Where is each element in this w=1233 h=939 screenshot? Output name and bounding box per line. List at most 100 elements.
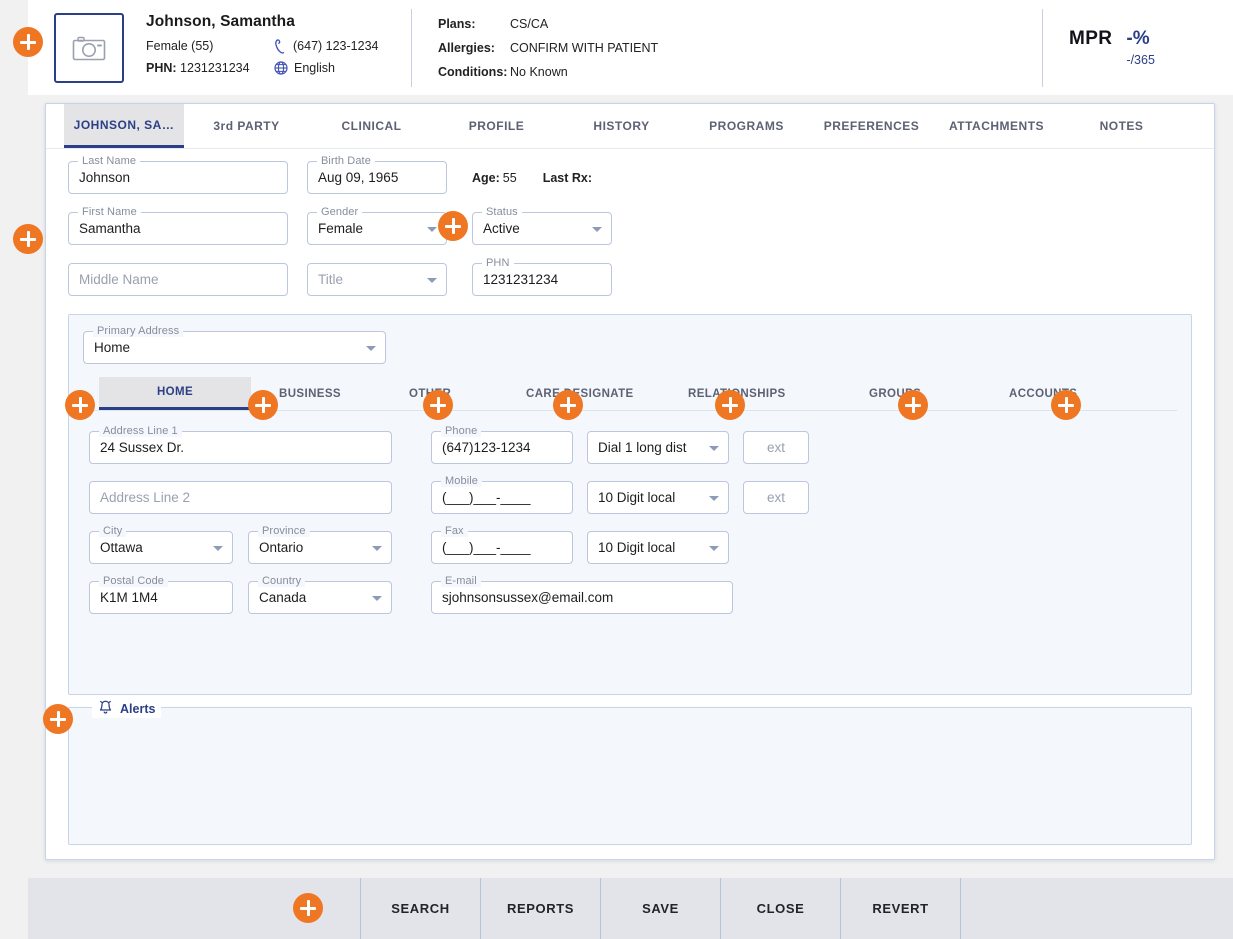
tab-clinical[interactable]: CLINICAL (309, 104, 434, 148)
tab-history[interactable]: HISTORY (559, 104, 684, 148)
phone-value: (647)123-1234 (442, 439, 531, 455)
patient-photo-placeholder[interactable] (54, 12, 124, 83)
add-marker-address-tab-accounts[interactable] (1051, 390, 1081, 420)
fax-field[interactable]: Fax (___)___-____ (431, 525, 573, 564)
clinical-row-allergies: Allergies: CONFIRM WITH PATIENT (438, 40, 658, 55)
chevron-down-icon[interactable] (427, 277, 437, 283)
mobile-dial-type-value: 10 Digit local (598, 489, 676, 505)
mobile-value: (___)___-____ (442, 489, 531, 505)
fax-dial-type-value: 10 Digit local (598, 539, 676, 555)
add-marker-alerts[interactable] (43, 704, 73, 734)
chevron-down-icon[interactable] (372, 595, 382, 601)
chevron-down-icon[interactable] (709, 495, 719, 501)
address-line-2-field[interactable]: Address Line 2 (89, 481, 392, 514)
mobile-ext-placeholder: ext (766, 489, 785, 505)
chevron-down-icon[interactable] (709, 445, 719, 451)
gender-value: Female (318, 220, 364, 236)
age-display: Age: 55 (472, 170, 517, 185)
identity-row-phn-language: PHN: 1231231234 English (146, 61, 411, 76)
fax-dial-type-select[interactable]: 10 Digit local (587, 531, 729, 564)
tab-profile[interactable]: PROFILE (434, 104, 559, 148)
add-marker-address-tab-business[interactable] (248, 390, 278, 420)
mpr-fraction: -/365 (1126, 52, 1155, 67)
status-label: Status (482, 206, 522, 218)
primary-address-select[interactable]: Primary Address Home (83, 325, 386, 364)
phn-value: 1231231234 (483, 271, 559, 287)
header-divider-1 (411, 8, 412, 87)
address-tab-relationships[interactable]: RELATIONSHIPS (659, 377, 841, 410)
conditions-label: Conditions: (438, 64, 508, 79)
mobile-dial-type-select[interactable]: 10 Digit local (587, 481, 729, 514)
country-select[interactable]: Country Canada (248, 575, 392, 614)
email-value: sjohnsonsussex@email.com (442, 589, 614, 605)
add-marker-photo[interactable] (13, 27, 43, 57)
city-label: City (99, 525, 127, 537)
status-value: Active (483, 220, 520, 236)
primary-address-label: Primary Address (93, 325, 184, 337)
add-marker-address-tab-care-designate[interactable] (553, 390, 583, 420)
middle-name-field[interactable]: Middle Name (68, 263, 288, 296)
allergies-label: Allergies: (438, 40, 495, 55)
address-tab-home[interactable]: HOME (99, 377, 251, 410)
last-rx-display: Last Rx: (542, 170, 593, 185)
add-marker-address-tab-home[interactable] (65, 390, 95, 420)
phone-ext-field[interactable]: ext (743, 431, 809, 464)
revert-button[interactable]: REVERT (840, 878, 960, 939)
province-select[interactable]: Province Ontario (248, 525, 392, 564)
identity-row-gender-phone: Female (55) (647) 123-1234 (146, 38, 411, 54)
tab-notes[interactable]: NOTES (1059, 104, 1184, 148)
province-value: Ontario (259, 539, 304, 555)
mobile-label: Mobile (441, 475, 483, 487)
plans-label: Plans: (438, 16, 476, 31)
title-select[interactable]: Title (307, 263, 447, 296)
first-name-field[interactable]: First Name Samantha (68, 206, 288, 245)
tab-attachments[interactable]: ATTACHMENTS (934, 104, 1059, 148)
phn-field[interactable]: PHN 1231231234 (472, 257, 612, 296)
save-button[interactable]: SAVE (600, 878, 720, 939)
add-marker-toolbar[interactable] (293, 893, 323, 923)
tab-patient[interactable]: JOHNSON, SA… (64, 104, 184, 148)
tab-programs[interactable]: PROGRAMS (684, 104, 809, 148)
last-name-value: Johnson (79, 169, 131, 185)
first-name-label: First Name (78, 206, 141, 218)
add-marker-address-tab-groups[interactable] (898, 390, 928, 420)
alerts-content-box[interactable] (68, 707, 1192, 845)
chevron-down-icon[interactable] (213, 545, 223, 551)
clinical-row-conditions: Conditions: No Known (438, 64, 658, 79)
close-button[interactable]: CLOSE (720, 878, 840, 939)
search-button[interactable]: SEARCH (360, 878, 480, 939)
status-select[interactable]: Status Active (472, 206, 612, 245)
city-value: Ottawa (100, 539, 143, 555)
add-marker-gender-status[interactable] (438, 211, 468, 241)
phone-field[interactable]: Phone (647)123-1234 (431, 425, 573, 464)
phone-dial-type-select[interactable]: Dial 1 long dist (587, 431, 729, 464)
chevron-down-icon[interactable] (709, 545, 719, 551)
tab-preferences[interactable]: PREFERENCES (809, 104, 934, 148)
mobile-ext-field[interactable]: ext (743, 481, 809, 514)
chevron-down-icon[interactable] (427, 226, 437, 232)
add-marker-address-tab-other[interactable] (423, 390, 453, 420)
phn-label: PHN (482, 257, 514, 269)
tab-third-party[interactable]: 3rd PARTY (184, 104, 309, 148)
chevron-down-icon[interactable] (372, 545, 382, 551)
email-field[interactable]: E-mail sjohnsonsussex@email.com (431, 575, 733, 614)
city-select[interactable]: City Ottawa (89, 525, 233, 564)
postal-code-field[interactable]: Postal Code K1M 1M4 (89, 575, 233, 614)
patient-language: English (294, 61, 335, 75)
last-name-label: Last Name (78, 155, 141, 167)
add-marker-first-name[interactable] (13, 224, 43, 254)
reports-button[interactable]: REPORTS (480, 878, 600, 939)
chevron-down-icon[interactable] (592, 226, 602, 232)
last-name-field[interactable]: Last Name Johnson (68, 155, 288, 194)
birth-date-field[interactable]: Birth Date Aug 09, 1965 (307, 155, 447, 194)
gender-select[interactable]: Gender Female (307, 206, 447, 245)
mpr-percent: -% (1126, 27, 1150, 49)
address-line-1-field[interactable]: Address Line 1 24 Sussex Dr. (89, 425, 392, 464)
chevron-down-icon[interactable] (366, 345, 376, 351)
add-marker-address-tab-relationships[interactable] (715, 390, 745, 420)
alerts-legend: Alerts (92, 699, 162, 718)
patient-gender-age: Female (55) (146, 39, 214, 53)
mobile-field[interactable]: Mobile (___)___-____ (431, 475, 573, 514)
title-placeholder: Title (318, 271, 344, 287)
patient-name: Johnson, Samantha (146, 12, 295, 30)
